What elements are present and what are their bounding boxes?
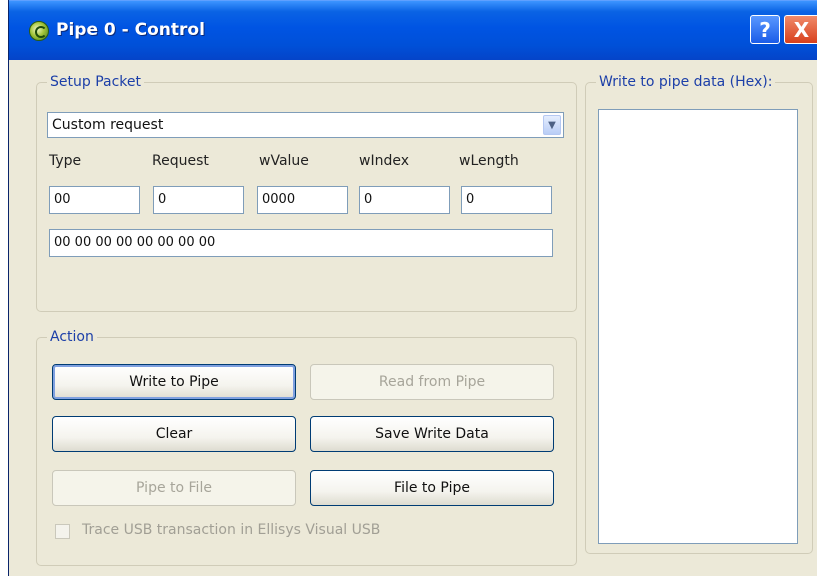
file-to-pipe-button[interactable]: File to Pipe <box>310 470 554 506</box>
packet-bytes-field[interactable]: 00 00 00 00 00 00 00 00 <box>49 229 553 257</box>
wvalue-field[interactable]: 0000 <box>257 186 348 214</box>
save-write-data-button[interactable]: Save Write Data <box>310 416 554 452</box>
type-field[interactable]: 00 <box>49 186 140 214</box>
windex-field[interactable]: 0 <box>359 186 450 214</box>
hex-data-textarea[interactable] <box>598 109 798 544</box>
action-label: Action <box>47 329 97 345</box>
type-label: Type <box>49 153 82 169</box>
trace-usb-label: Trace USB transaction in Ellisys Visual … <box>82 522 381 538</box>
pipe-to-file-button[interactable]: Pipe to File <box>52 470 296 506</box>
control-dialog: Pipe 0 - Control ? X Setup Packet Custom… <box>8 0 817 576</box>
request-type-value: Custom request <box>52 117 164 133</box>
request-field[interactable]: 0 <box>153 186 244 214</box>
read-from-pipe-button[interactable]: Read from Pipe <box>310 364 554 400</box>
request-type-select[interactable]: Custom request ▼ <box>47 112 564 138</box>
window-title: Pipe 0 - Control <box>56 20 205 40</box>
wvalue-label: wValue <box>259 153 309 169</box>
trace-usb-checkbox[interactable] <box>55 524 70 539</box>
wlength-label: wLength <box>459 153 519 169</box>
clear-button[interactable]: Clear <box>52 416 296 452</box>
write-to-pipe-button[interactable]: Write to Pipe <box>52 364 296 400</box>
windex-label: wIndex <box>359 153 409 169</box>
close-button[interactable]: X <box>784 15 817 44</box>
help-button[interactable]: ? <box>750 15 780 44</box>
chevron-down-icon[interactable]: ▼ <box>543 115 561 135</box>
setup-packet-label: Setup Packet <box>47 74 144 90</box>
request-label: Request <box>152 153 209 169</box>
app-icon <box>29 21 49 41</box>
write-data-label: Write to pipe data (Hex): <box>596 74 776 90</box>
wlength-field[interactable]: 0 <box>461 186 552 214</box>
title-bar[interactable]: Pipe 0 - Control ? X <box>9 0 817 60</box>
